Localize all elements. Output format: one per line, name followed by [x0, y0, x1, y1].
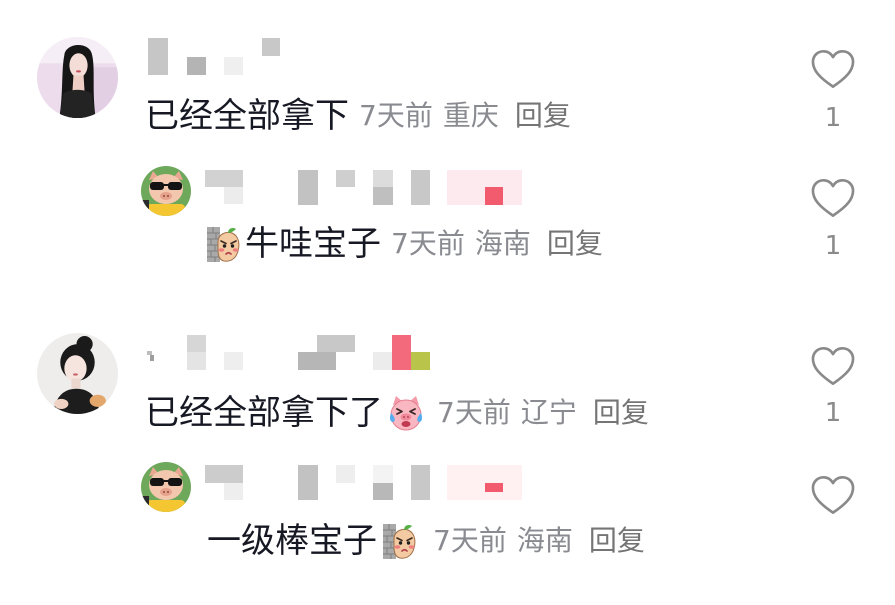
- user-avatar[interactable]: [141, 462, 191, 512]
- mosaic-block: [262, 38, 280, 56]
- mosaic-block: [298, 465, 318, 500]
- mosaic-block: [224, 57, 243, 75]
- mosaic-block: [148, 38, 168, 75]
- mosaic-block: [411, 465, 430, 500]
- mosaic-block: [205, 465, 243, 483]
- user-avatar[interactable]: [37, 333, 118, 414]
- comment-body: 已经全部拿下了 7天前 辽宁 回复: [145, 391, 649, 435]
- reply-time: 7天前: [433, 524, 507, 557]
- username-redacted[interactable]: [145, 335, 465, 371]
- avatar-image: [37, 333, 118, 414]
- mosaic-block: [411, 352, 430, 370]
- mosaic-block: [336, 170, 355, 187]
- like-count: 1: [824, 103, 842, 133]
- mosaic-block: [224, 483, 243, 500]
- reply-text: 一级棒宝子: [207, 521, 377, 561]
- comment-body: 已经全部拿下 7天前 重庆 回复: [145, 94, 571, 138]
- comment-item: 已经全部拿下了 7天前 辽宁 回复 1: [0, 333, 895, 453]
- reply-button[interactable]: 回复: [589, 519, 645, 563]
- reply-button[interactable]: 回复: [547, 222, 603, 266]
- mosaic-block: [317, 335, 355, 352]
- heart-icon: [811, 50, 855, 88]
- mosaic-block: [298, 170, 318, 205]
- peanut-wall-sticker-icon: [381, 521, 421, 561]
- mosaic-block: [373, 352, 392, 370]
- like-button[interactable]: [810, 177, 856, 219]
- heart-icon: [811, 347, 855, 385]
- avatar-image: [141, 166, 191, 216]
- reply-item: 一级棒宝子 7天前 海南 回复: [0, 461, 895, 561]
- mosaic-block: [373, 465, 393, 483]
- mosaic-block: [224, 352, 243, 370]
- reply-body: 一级棒宝子 7天前 海南 回复: [207, 519, 645, 563]
- comment-time: 7天前: [359, 99, 433, 132]
- mosaic-block: [187, 352, 206, 370]
- username-redacted[interactable]: [205, 170, 525, 206]
- reply-location: 海南: [516, 524, 573, 557]
- user-avatar[interactable]: [37, 37, 118, 118]
- mosaic-block: [373, 483, 393, 500]
- reply-location: 海南: [474, 227, 531, 260]
- reply-time: 7天前: [391, 227, 465, 260]
- comment-time: 7天前: [437, 396, 511, 429]
- reply-body: 牛哇宝子 7天前 海南 回复: [205, 222, 603, 266]
- like-button[interactable]: [810, 345, 856, 387]
- mosaic-block: [485, 187, 503, 205]
- heart-icon: [811, 476, 855, 514]
- crying-pig-sticker-icon: [387, 394, 425, 432]
- reply-text: 牛哇宝子: [245, 224, 381, 264]
- comment-item: 已经全部拿下 7天前 重庆 回复 1: [0, 37, 895, 157]
- mosaic-block: [392, 335, 411, 370]
- mosaic-block: [224, 187, 243, 204]
- like-count: 1: [824, 231, 842, 261]
- mosaic-block: [187, 335, 206, 352]
- username-redacted[interactable]: [205, 465, 525, 501]
- mosaic-block: [373, 170, 393, 187]
- avatar-image: [141, 462, 191, 512]
- comment-text: 已经全部拿下了: [145, 393, 383, 433]
- comment-text: 已经全部拿下: [145, 96, 349, 136]
- user-avatar[interactable]: [141, 166, 191, 216]
- mosaic-block: [411, 170, 430, 205]
- mosaic-block: [150, 355, 154, 361]
- avatar-image: [37, 37, 118, 118]
- heart-icon: [811, 179, 855, 217]
- comment-location: 重庆: [442, 99, 499, 132]
- mosaic-block: [298, 352, 336, 370]
- like-button[interactable]: [810, 48, 856, 90]
- reply-button[interactable]: 回复: [593, 391, 649, 435]
- reply-button[interactable]: 回复: [515, 94, 571, 138]
- mosaic-block: [373, 187, 393, 205]
- mosaic-block: [187, 57, 206, 75]
- username-redacted[interactable]: [148, 38, 468, 75]
- peanut-wall-sticker-icon: [205, 224, 245, 264]
- reply-item: 牛哇宝子 7天前 海南 回复 1: [0, 166, 895, 266]
- mosaic-block: [336, 465, 355, 483]
- mosaic-block: [485, 483, 503, 492]
- comment-location: 辽宁: [520, 396, 577, 429]
- mosaic-block: [205, 170, 243, 187]
- like-button[interactable]: [810, 474, 856, 516]
- like-count: 1: [824, 398, 842, 428]
